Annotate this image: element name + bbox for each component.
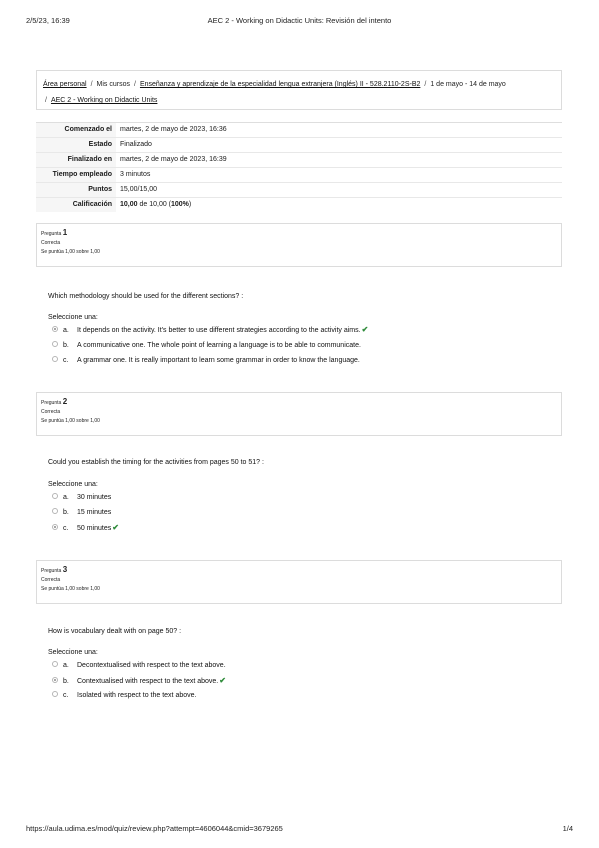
answer-option[interactable]: a. Decontextualised with respect to the t… — [52, 660, 226, 672]
radio-button[interactable] — [52, 661, 58, 668]
option-letter: c. — [63, 525, 69, 532]
summary-label: Estado — [36, 137, 116, 153]
question-prefix: Pregunta — [41, 400, 62, 406]
summary-value: martes, 2 de mayo de 2023, 16:36 — [116, 122, 562, 138]
select-label: Seleccione una: — [48, 481, 98, 488]
option-text: Isolated with respect to the text above. — [77, 692, 197, 699]
grade-value: 10,00 — [120, 201, 138, 208]
breadcrumb-separator: / — [90, 81, 93, 88]
radio-button[interactable] — [52, 326, 58, 333]
option-letter: c. — [63, 357, 69, 364]
summary-row: Calificación 10,00 de 10,00 (100%) — [36, 197, 562, 212]
breadcrumb-separator: / — [45, 97, 47, 104]
print-title: AEC 2 - Working on Didactic Units: Revis… — [207, 16, 392, 25]
breadcrumb-item-week: 1 de mayo - 14 de mayo — [430, 81, 506, 88]
option-text: A communicative one. The whole point of … — [77, 342, 361, 349]
question-info-2: Pregunta 2 Correcta Se puntúa 1,00 sobre… — [36, 392, 562, 436]
breadcrumb-link-course[interactable]: Enseñanza y aprendizaje de la especialid… — [140, 81, 420, 88]
breadcrumb: Área personal / Mis cursos / Enseñanza y apr… — [36, 70, 562, 110]
summary-label: Puntos — [36, 182, 116, 198]
breadcrumb-link-area-personal[interactable]: Área personal — [43, 81, 87, 88]
question-number: 1 — [62, 228, 68, 237]
answer-option[interactable]: a. 30 minutes — [52, 492, 111, 504]
question-status: Correcta — [41, 409, 61, 415]
select-label: Seleccione una: — [48, 314, 98, 321]
option-letter: a. — [63, 494, 69, 501]
summary-value: 10,00 de 10,00 (100%) — [116, 197, 562, 212]
question-text-2: Could you establish the timing for the a… — [48, 459, 264, 466]
option-letter: c. — [63, 692, 69, 699]
answer-option[interactable]: b. 15 minutes — [52, 507, 111, 519]
option-letter: a. — [63, 662, 69, 669]
summary-value: 15,00/15,00 — [116, 182, 562, 198]
summary-row: Estado Finalizado — [36, 137, 562, 153]
option-letter: b. — [63, 342, 69, 349]
option-text: 30 minutes — [77, 494, 112, 501]
question-status: Correcta — [41, 577, 61, 583]
radio-button[interactable] — [52, 677, 58, 684]
option-text: A grammar one. It is really important to… — [77, 357, 360, 364]
attempt-summary-table: Comenzado el martes, 2 de mayo de 2023, … — [36, 122, 562, 212]
answer-option[interactable]: b. Contextualised with respect to the tex… — [52, 675, 226, 687]
answer-option[interactable]: c. 50 minutes✔ — [52, 522, 119, 534]
breadcrumb-separator: / — [424, 81, 427, 88]
answer-option[interactable]: c. Isolated with respect to the text abov… — [52, 690, 196, 702]
breadcrumb-separator: / — [134, 81, 136, 88]
summary-value: 3 minutos — [116, 167, 562, 183]
check-icon: ✔ — [112, 523, 119, 532]
summary-row: Comenzado el martes, 2 de mayo de 2023, … — [36, 122, 562, 138]
option-letter: b. — [63, 678, 69, 685]
print-page-number: 1/4 — [562, 824, 573, 833]
breadcrumb-link-quiz[interactable]: AEC 2 - Working on Didactic Units — [51, 97, 157, 104]
summary-value: martes, 2 de mayo de 2023, 16:39 — [116, 152, 562, 168]
option-letter: b. — [63, 509, 69, 516]
summary-row: Finalizado en martes, 2 de mayo de 2023,… — [36, 152, 562, 168]
option-text: 15 minutes — [77, 509, 112, 516]
radio-button[interactable] — [52, 356, 58, 363]
radio-button[interactable] — [52, 524, 58, 531]
radio-button[interactable] — [52, 493, 58, 500]
question-score: Se puntúa 1,00 sobre 1,00 — [41, 249, 100, 255]
select-label: Seleccione una: — [48, 649, 98, 656]
question-text-1: Which methodology should be used for the… — [48, 293, 244, 300]
answer-option[interactable]: b. A communicative one. The whole point o… — [52, 340, 361, 352]
grade-out-of: de 10,00 ( — [137, 201, 171, 208]
summary-value: Finalizado — [116, 137, 562, 153]
option-text: It depends on the activity. It's better … — [77, 327, 361, 334]
summary-label: Finalizado en — [36, 152, 116, 168]
summary-label: Comenzado el — [36, 122, 116, 138]
check-icon: ✔ — [361, 325, 369, 334]
summary-row: Tiempo empleado 3 minutos — [36, 167, 562, 183]
option-text: Contextualised with respect to the text … — [77, 678, 219, 685]
radio-button[interactable] — [52, 341, 58, 348]
question-prefix: Pregunta — [41, 568, 62, 574]
option-letter: a. — [63, 327, 69, 334]
question-prefix: Pregunta — [41, 231, 62, 237]
option-text: 50 minutes — [77, 525, 112, 532]
radio-button[interactable] — [52, 508, 58, 515]
radio-button[interactable] — [52, 691, 58, 698]
print-url: https://aula.udima.es/mod/quiz/review.ph… — [26, 824, 283, 833]
answer-option[interactable]: a. It depends on the activity. It's bette… — [52, 324, 368, 336]
question-score: Se puntúa 1,00 sobre 1,00 — [41, 418, 100, 424]
grade-close: ) — [188, 201, 192, 208]
option-text: Decontextualised with respect to the tex… — [77, 662, 226, 669]
question-status: Correcta — [41, 240, 61, 246]
question-info-1: Pregunta 1 Correcta Se puntúa 1,00 sobre… — [36, 223, 562, 267]
summary-row: Puntos 15,00/15,00 — [36, 182, 562, 198]
summary-label: Tiempo empleado — [36, 167, 116, 183]
question-info-3: Pregunta 3 Correcta Se puntúa 1,00 sobre… — [36, 560, 562, 604]
question-number: 3 — [62, 565, 68, 574]
check-icon: ✔ — [219, 676, 226, 685]
answer-option[interactable]: c. A grammar one. It is really important … — [52, 355, 360, 367]
summary-label: Calificación — [36, 197, 116, 212]
grade-percent: 100% — [171, 201, 189, 208]
question-text-3: How is vocabulary dealt with on page 50?… — [48, 628, 182, 635]
question-score: Se puntúa 1,00 sobre 1,00 — [41, 586, 100, 592]
breadcrumb-item-mis-cursos: Mis cursos — [96, 81, 130, 88]
question-number: 2 — [62, 397, 68, 406]
